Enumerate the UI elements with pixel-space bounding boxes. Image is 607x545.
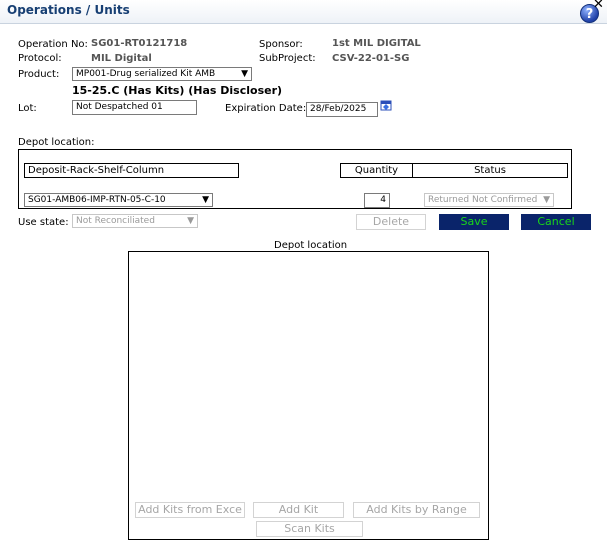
depot-location-label: Depot location: xyxy=(18,137,95,148)
use-state-label: Use state: xyxy=(18,217,69,228)
add-kits-by-range-button[interactable]: Add Kits by Range xyxy=(353,502,480,518)
sponsor-value: 1st MIL DIGITAL xyxy=(332,38,421,49)
chevron-down-icon: ▼ xyxy=(543,195,550,205)
sponsor-label: Sponsor: xyxy=(259,39,303,50)
expiration-date-input[interactable]: 28/Feb/2025 xyxy=(306,102,378,117)
status-select-value: Returned Not Confirmed xyxy=(428,195,538,205)
quantity-input[interactable]: 4 xyxy=(364,193,390,208)
depot-location-box: Deposit-Rack-Shelf-Column Quantity Statu… xyxy=(18,149,572,209)
depot-location-select[interactable]: SG01-AMB06-IMP-RTN-05-C-10 ▼ xyxy=(24,193,213,207)
expiration-date-label: Expiration Date: xyxy=(225,103,307,114)
chevron-down-icon: ▼ xyxy=(202,195,209,205)
col-header-quantity: Quantity xyxy=(340,163,413,178)
col-header-status: Status xyxy=(412,163,568,178)
add-kit-button[interactable]: Add Kit xyxy=(253,502,344,518)
status-select[interactable]: Returned Not Confirmed ▼ xyxy=(424,193,554,207)
cancel-button[interactable]: Cancel xyxy=(521,214,591,230)
col-header-location: Deposit-Rack-Shelf-Column xyxy=(24,163,239,178)
depot-map-title: Depot location xyxy=(274,240,348,251)
product-label: Product: xyxy=(18,69,60,80)
storage-info: 15-25.C (Has Kits) (Has Discloser) xyxy=(72,84,283,97)
chevron-down-icon: ▼ xyxy=(187,216,194,226)
subproject-label: SubProject: xyxy=(259,53,316,64)
scan-kits-button[interactable]: Scan Kits xyxy=(256,521,363,537)
depot-location-select-value: SG01-AMB06-IMP-RTN-05-C-10 xyxy=(28,195,166,205)
close-icon[interactable]: ✕ xyxy=(593,0,604,12)
calendar-icon[interactable] xyxy=(380,99,392,111)
add-kits-from-excel-button[interactable]: Add Kits from Exce xyxy=(135,502,245,518)
depot-map-panel xyxy=(128,251,489,540)
product-select-value: MP001-Drug serialized Kit AMB xyxy=(76,69,216,79)
operation-no-value: SG01-RT0121718 xyxy=(91,38,188,49)
lot-input[interactable]: Not Despatched 01 xyxy=(72,100,197,115)
use-state-select-value: Not Reconciliated xyxy=(76,216,155,226)
delete-button[interactable]: Delete xyxy=(356,214,426,230)
lot-label: Lot: xyxy=(18,103,37,114)
operation-no-label: Operation No: xyxy=(18,39,88,50)
use-state-select[interactable]: Not Reconciliated ▼ xyxy=(72,214,198,228)
chevron-down-icon: ▼ xyxy=(241,69,248,79)
product-select[interactable]: MP001-Drug serialized Kit AMB ▼ xyxy=(72,67,252,81)
save-button[interactable]: Save xyxy=(439,214,509,230)
page-title: Operations / Units xyxy=(7,3,130,17)
protocol-value: MIL Digital xyxy=(91,53,152,64)
title-bar: Operations / Units ? ✕ xyxy=(0,0,607,24)
subproject-value: CSV-22-01-SG xyxy=(332,53,410,64)
protocol-label: Protocol: xyxy=(18,53,62,64)
